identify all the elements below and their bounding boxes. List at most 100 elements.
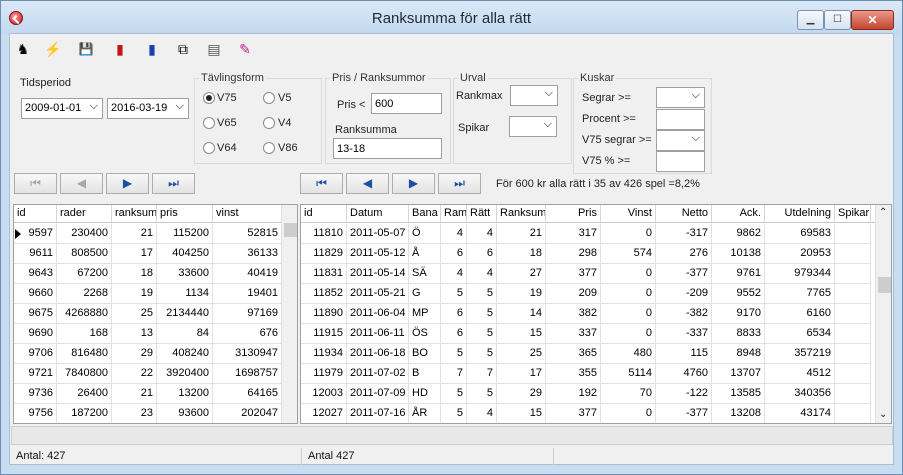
table-row[interactable]: 9643 67200 18 33600 40419: [14, 264, 282, 284]
table-cell[interactable]: 52815: [213, 224, 282, 244]
table-cell[interactable]: 19: [112, 284, 157, 304]
column-header[interactable]: Ranksum: [497, 205, 546, 223]
column-header[interactable]: Ack.: [712, 205, 765, 223]
table-cell[interactable]: 0: [601, 304, 656, 324]
table-cell[interactable]: 187200: [57, 404, 112, 423]
table-cell[interactable]: -122: [656, 384, 712, 404]
horizontal-scrollbar[interactable]: [11, 426, 893, 445]
left-grid-scrollbar[interactable]: [281, 205, 297, 423]
table-cell[interactable]: 2268: [57, 284, 112, 304]
table-cell[interactable]: 202047: [213, 404, 282, 423]
table-row[interactable]: 11890 2011-06-04 MP 6 5 14 382 0 -382 9170 6160: [301, 304, 871, 324]
left-last-button[interactable]: ⏭: [152, 173, 195, 194]
table-row[interactable]: 11831 2011-05-14 SÄ 4 4 27 377 0 -377 9761 979344: [301, 264, 871, 284]
scroll-down-icon[interactable]: ⌄: [879, 409, 887, 420]
table-cell[interactable]: 13: [112, 324, 157, 344]
table-cell[interactable]: 23: [112, 404, 157, 423]
table-cell[interactable]: 1134: [157, 284, 213, 304]
table-cell[interactable]: 13707: [712, 364, 765, 384]
table-cell[interactable]: [835, 304, 871, 324]
rankmax-select[interactable]: [510, 85, 558, 106]
table-cell[interactable]: 2011-05-21: [347, 284, 409, 304]
table-cell[interactable]: 7: [467, 364, 497, 384]
table-cell[interactable]: 70: [601, 384, 656, 404]
table-cell[interactable]: 9706: [14, 344, 57, 364]
table-cell[interactable]: 340356: [765, 384, 835, 404]
table-cell[interactable]: 5114: [601, 364, 656, 384]
table-cell[interactable]: 2011-05-14: [347, 264, 409, 284]
column-header[interactable]: Netto: [656, 205, 712, 223]
table-cell[interactable]: 298: [546, 244, 601, 264]
table-cell[interactable]: 67200: [57, 264, 112, 284]
table-cell[interactable]: BO: [409, 344, 441, 364]
table-row[interactable]: 9721 7840800 22 3920400 1698757: [14, 364, 282, 384]
right-first-button[interactable]: ⏮: [300, 173, 343, 194]
table-cell[interactable]: 574: [601, 244, 656, 264]
radio-v4[interactable]: [263, 117, 275, 129]
table-cell[interactable]: -317: [656, 224, 712, 244]
left-first-button[interactable]: ⏮: [14, 173, 57, 194]
horse-icon[interactable]: ♞: [14, 40, 32, 58]
table-cell[interactable]: 29: [497, 384, 546, 404]
table-cell[interactable]: 27: [497, 264, 546, 284]
table-cell[interactable]: 168: [57, 324, 112, 344]
segrar-select[interactable]: [656, 87, 705, 108]
table-cell[interactable]: 11915: [301, 324, 347, 344]
table-cell[interactable]: 69583: [765, 224, 835, 244]
table-cell[interactable]: 18: [497, 244, 546, 264]
table-cell[interactable]: 26400: [57, 384, 112, 404]
table-cell[interactable]: 21: [497, 224, 546, 244]
date-from-select[interactable]: 2009-01-01: [21, 98, 103, 119]
table-cell[interactable]: 0: [601, 404, 656, 423]
left-scroll-thumb[interactable]: [284, 223, 297, 237]
table-cell[interactable]: 979344: [765, 264, 835, 284]
table-row[interactable]: 9706 816480 29 408240 3130947: [14, 344, 282, 364]
table-cell[interactable]: 12003: [301, 384, 347, 404]
ranksumma-input[interactable]: 13-18: [333, 138, 442, 159]
table-cell[interactable]: 25: [112, 304, 157, 324]
date-to-select[interactable]: 2016-03-19: [107, 98, 189, 119]
column-header[interactable]: Bana: [409, 205, 441, 223]
right-grid-scrollbar[interactable]: ⌃ ⌄: [875, 205, 891, 423]
table-cell[interactable]: 4: [441, 264, 467, 284]
table-cell[interactable]: 5: [441, 284, 467, 304]
table-cell[interactable]: 5: [467, 384, 497, 404]
table-row[interactable]: 9756 187200 23 93600 202047: [14, 404, 282, 423]
table-cell[interactable]: 14: [497, 304, 546, 324]
table-cell[interactable]: 2011-05-12: [347, 244, 409, 264]
table-cell[interactable]: 480: [601, 344, 656, 364]
table-cell[interactable]: 7: [441, 364, 467, 384]
table-cell[interactable]: 2011-07-16: [347, 404, 409, 423]
table-cell[interactable]: 9862: [712, 224, 765, 244]
table-cell[interactable]: HD: [409, 384, 441, 404]
radio-v64[interactable]: [203, 142, 215, 154]
right-next-button[interactable]: ▶: [392, 173, 435, 194]
table-cell[interactable]: 4: [467, 264, 497, 284]
table-cell[interactable]: 3130947: [213, 344, 282, 364]
table-cell[interactable]: 11810: [301, 224, 347, 244]
table-cell[interactable]: 9611: [14, 244, 57, 264]
table-cell[interactable]: 0: [601, 284, 656, 304]
table-cell[interactable]: 11831: [301, 264, 347, 284]
left-prev-button[interactable]: ◀: [60, 173, 103, 194]
right-grid[interactable]: id Datum Bana Ram Rätt Ranksum Pris Vinst Netto A…: [300, 204, 892, 424]
table-cell[interactable]: 3920400: [157, 364, 213, 384]
table-cell[interactable]: [835, 344, 871, 364]
table-cell[interactable]: [835, 404, 871, 423]
radio-v5[interactable]: [263, 92, 275, 104]
table-cell[interactable]: 40419: [213, 264, 282, 284]
table-cell[interactable]: ÖS: [409, 324, 441, 344]
table-cell[interactable]: 4512: [765, 364, 835, 384]
table-cell[interactable]: 9597: [14, 224, 57, 244]
table-row[interactable]: 12027 2011-07-16 ÅR 5 4 15 377 0 -377 13208 43174: [301, 404, 871, 423]
table-cell[interactable]: 11829: [301, 244, 347, 264]
v75-segrar-select[interactable]: [656, 130, 705, 151]
table-cell[interactable]: 6: [441, 244, 467, 264]
table-cell[interactable]: 17: [497, 364, 546, 384]
table-cell[interactable]: -209: [656, 284, 712, 304]
table-cell[interactable]: 9552: [712, 284, 765, 304]
table-cell[interactable]: 2011-06-18: [347, 344, 409, 364]
table-cell[interactable]: 9736: [14, 384, 57, 404]
table-cell[interactable]: 5: [467, 344, 497, 364]
table-row[interactable]: 9736 26400 21 13200 64165: [14, 384, 282, 404]
